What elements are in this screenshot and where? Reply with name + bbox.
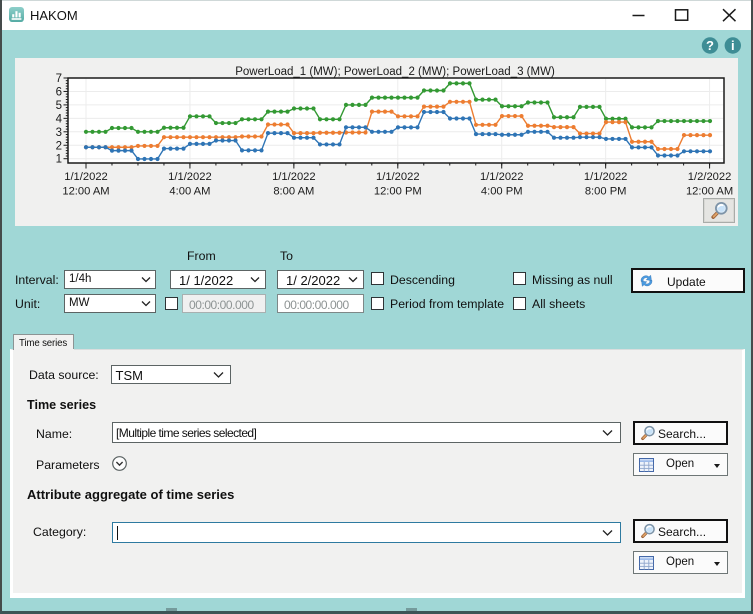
svg-text:PowerLoad_1 (MW); PowerLoad_2: PowerLoad_1 (MW); PowerLoad_2 (MW); Powe… — [235, 66, 555, 78]
svg-text:12:00 AM: 12:00 AM — [686, 186, 733, 198]
svg-text:1/1/2022: 1/1/2022 — [480, 171, 524, 183]
svg-text:8:00 PM: 8:00 PM — [585, 186, 627, 198]
svg-text:?: ? — [706, 38, 714, 53]
svg-text:6: 6 — [56, 86, 62, 98]
svg-text:7: 7 — [56, 73, 62, 85]
svg-text:1: 1 — [56, 154, 62, 166]
svg-text:12:00 AM: 12:00 AM — [62, 186, 109, 198]
svg-text:1/1/2022: 1/1/2022 — [168, 171, 212, 183]
svg-text:1/2/2022: 1/2/2022 — [688, 171, 732, 183]
svg-text:12:00 PM: 12:00 PM — [374, 186, 422, 198]
svg-text:3: 3 — [56, 127, 62, 139]
svg-text:1/1/2022: 1/1/2022 — [272, 171, 316, 183]
svg-text:8:00 AM: 8:00 AM — [273, 186, 314, 198]
svg-text:4:00 PM: 4:00 PM — [481, 186, 523, 198]
svg-text:5: 5 — [56, 100, 62, 112]
svg-text:4:00 AM: 4:00 AM — [169, 186, 210, 198]
svg-text:1/1/2022: 1/1/2022 — [584, 171, 628, 183]
svg-text:1/1/2022: 1/1/2022 — [64, 171, 108, 183]
svg-text:2: 2 — [56, 140, 62, 152]
svg-text:i: i — [731, 38, 735, 53]
svg-text:1/1/2022: 1/1/2022 — [376, 171, 420, 183]
svg-text:4: 4 — [56, 113, 63, 125]
